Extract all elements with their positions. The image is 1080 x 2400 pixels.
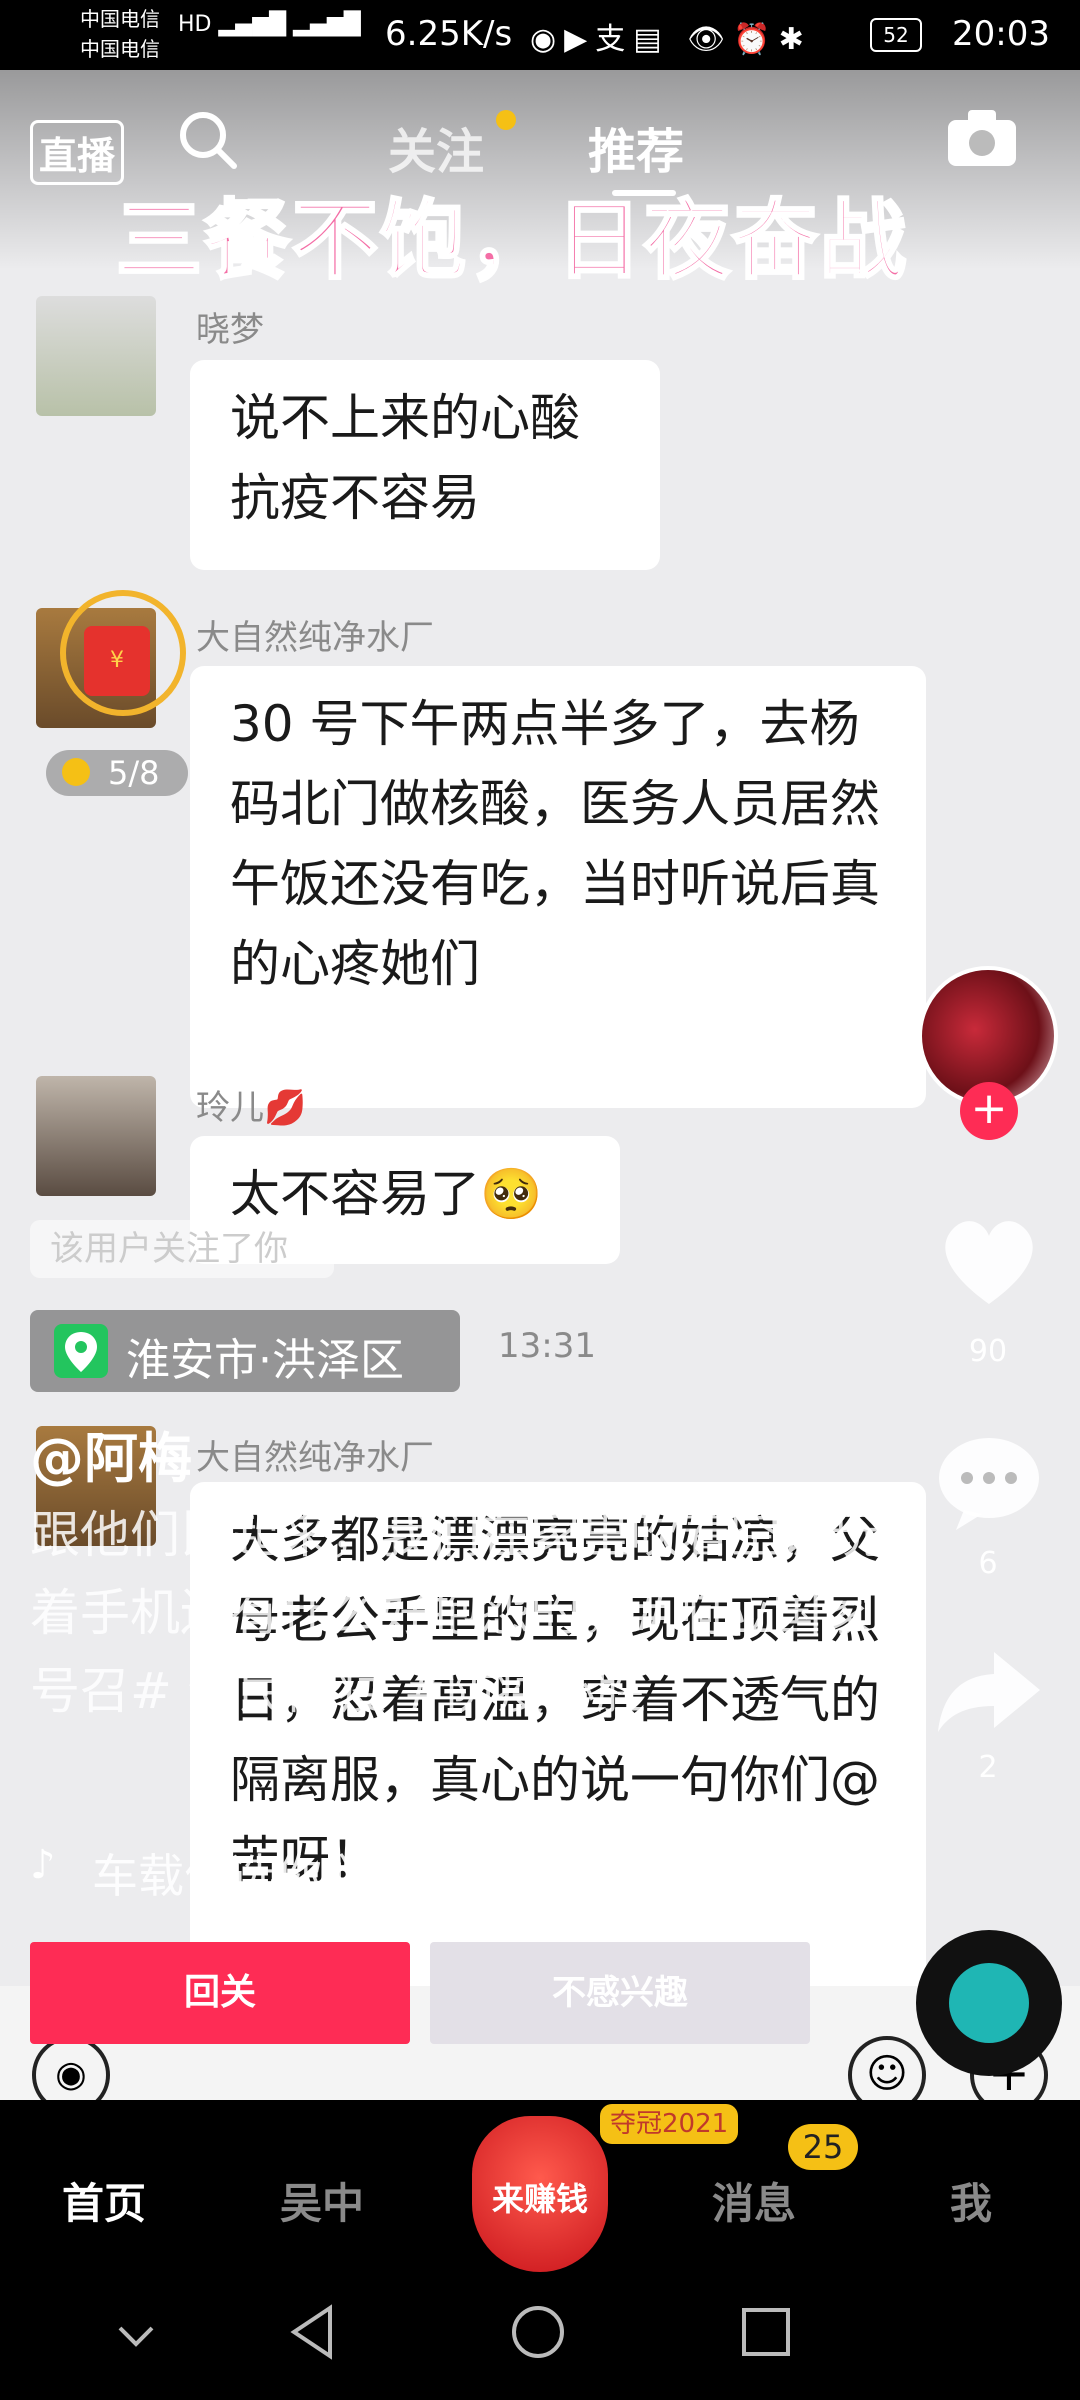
avatar xyxy=(36,1076,156,1196)
tab-city[interactable]: 吴中 xyxy=(280,2170,364,2231)
bottom-nav: 首页 吴中 来赚钱 夺冠2021 消息 25 我 xyxy=(0,2100,1080,2290)
not-interested-button[interactable]: 不感兴趣 xyxy=(430,1942,810,2044)
search-icon[interactable] xyxy=(176,108,240,172)
red-packet-progress: 5/8 xyxy=(46,750,188,796)
system-nav-bar xyxy=(0,2290,1080,2400)
carrier-2: 中国电信 xyxy=(80,37,160,61)
clock: 20:03 xyxy=(952,14,1050,54)
follow-dot xyxy=(496,110,516,130)
author-name[interactable]: @阿梅 xyxy=(30,1414,192,1493)
music-cover xyxy=(949,1963,1029,2043)
recents-icon[interactable] xyxy=(734,2300,798,2364)
location-pin-icon xyxy=(54,1324,108,1378)
location-label: 淮安市·洪泽区 xyxy=(126,1335,404,1386)
chat-username: 晓梦 xyxy=(196,310,264,350)
video-banner: 三餐不饱，日夜奋战 xyxy=(115,190,908,293)
tab-me[interactable]: 我 xyxy=(950,2170,992,2231)
like-icon[interactable] xyxy=(934,1212,1044,1312)
tab-home[interactable]: 首页 xyxy=(62,2170,146,2231)
app-icons: ◉▶支▤ 👁⏰✱ xyxy=(530,22,812,57)
home-circle-icon[interactable] xyxy=(506,2300,570,2364)
live-button[interactable]: 直播 xyxy=(30,120,125,185)
chevron-down-icon[interactable] xyxy=(112,2312,160,2360)
share-count: 2 xyxy=(978,1750,998,1785)
earn-badge: 夺冠2021 xyxy=(600,2104,739,2144)
carrier-1: 中国电信 xyxy=(80,7,160,31)
video-caption: 跟他们比起来，我们在家里吹着空调玩着手机还有什么好抱怨的。#响应国家号召# 全民… xyxy=(30,1506,880,1720)
chat-bubble: 说不上来的心酸 抗疫不容易 xyxy=(190,360,660,570)
music-note-icon: ♫ xyxy=(826,1928,862,1974)
earn-bag-icon[interactable]: 来赚钱 xyxy=(472,2116,608,2272)
earn-label: 来赚钱 xyxy=(491,2180,588,2218)
share-icon[interactable] xyxy=(934,1646,1044,1736)
red-packet-count: 5/8 xyxy=(108,754,160,792)
comment-icon[interactable] xyxy=(934,1432,1044,1532)
follow-back-button[interactable]: 回关 xyxy=(30,1942,410,2044)
tiktok-note-icon: ♪ xyxy=(30,1842,56,1888)
back-icon[interactable] xyxy=(282,2300,346,2364)
chat-bubble: 30 号下午两点半多了，去杨码北门做核酸，医务人员居然午饭还没有吃，当时听说后真… xyxy=(190,666,926,1108)
chat-username: 大自然纯净水厂 xyxy=(196,618,434,658)
chat-username: 大自然纯净水厂 xyxy=(196,1438,434,1478)
location-tag[interactable]: 淮安市·洪泽区 xyxy=(30,1310,460,1392)
music-disc[interactable] xyxy=(916,1930,1062,2076)
video-frame[interactable]: 晓梦 说不上来的心酸 抗疫不容易 ¥ 5/8 大自然纯净水厂 30 号下午两点半… xyxy=(0,70,1080,2114)
camera-icon[interactable] xyxy=(944,106,1020,170)
chat-username: 玲儿💋 xyxy=(196,1088,307,1128)
comment-count: 6 xyxy=(978,1546,998,1581)
battery-icon: 52 xyxy=(870,18,922,52)
tab-messages[interactable]: 消息 xyxy=(712,2170,796,2231)
music-title[interactable]: 车载优选你们@苦呀 xyxy=(92,1840,506,1906)
like-count: 90 xyxy=(968,1334,1008,1369)
coin-icon xyxy=(62,758,90,786)
messages-badge: 25 xyxy=(788,2124,858,2170)
signal-icon: HD ▂▄▆█ ▂▄▆█ xyxy=(178,12,361,37)
follow-plus-button[interactable]: + xyxy=(960,1082,1018,1140)
red-packet-icon[interactable]: ¥ xyxy=(84,626,150,696)
follow-note: 该用户关注了你 xyxy=(30,1220,334,1278)
post-time: 13:31 xyxy=(498,1326,596,1366)
status-bar: 中国电信 中国电信 HD ▂▄▆█ ▂▄▆█ 6.25K/s ◉▶支▤ 👁⏰✱ … xyxy=(0,0,1080,70)
avatar xyxy=(36,296,156,416)
net-speed: 6.25K/s xyxy=(385,14,513,54)
